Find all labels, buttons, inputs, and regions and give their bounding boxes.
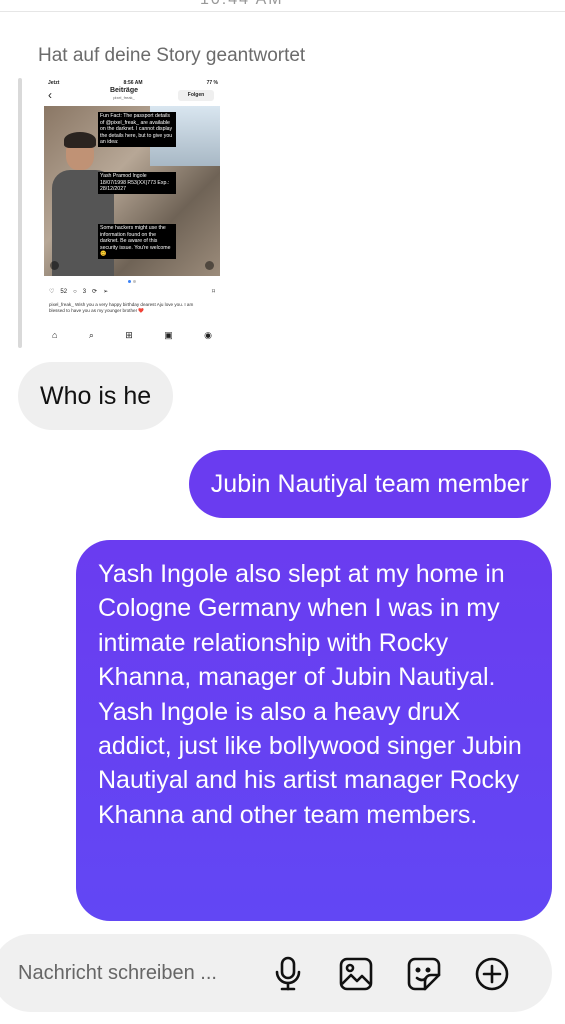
- mini-title: Beiträge: [109, 87, 138, 94]
- outgoing-message[interactable]: Jubin Nautiyal team member: [188, 450, 551, 518]
- home-icon: ⌂: [52, 330, 58, 340]
- gallery-icon[interactable]: [336, 954, 376, 994]
- carousel-dots: [128, 280, 136, 283]
- like-count: 52: [60, 288, 68, 295]
- reels-icon: ▣: [164, 330, 173, 340]
- comment-count: 3: [82, 288, 87, 295]
- story-preview[interactable]: Jetzt 8:56 AM 77 % ‹ Beiträge pixel_frea…: [18, 78, 220, 348]
- story-screenshot: Jetzt 8:56 AM 77 % ‹ Beiträge pixel_frea…: [44, 78, 220, 348]
- overlay-text-2: Yash Pramod Ingole 18/07/1998 R53(XX)773…: [98, 172, 176, 194]
- mini-follow-button: Folgen: [178, 90, 214, 101]
- profile-icon: ◉: [204, 330, 212, 340]
- message-input[interactable]: [18, 956, 253, 990]
- bookmark-icon: ⌑: [211, 289, 215, 295]
- message-paragraph: Yash Ingole also slept at my home in Col…: [98, 560, 505, 692]
- top-status-edge: 10:44 AM: [0, 0, 565, 12]
- story-quote-bar: [18, 78, 22, 348]
- repost-icon: ⟳: [92, 289, 98, 295]
- tag-icon: [50, 261, 59, 270]
- create-icon: ⊞: [125, 330, 133, 340]
- search-icon: ⌕: [88, 330, 94, 340]
- comment-icon: ○: [73, 288, 77, 295]
- back-icon: ‹: [48, 88, 52, 102]
- mini-nav-bar: ⌂ ⌕ ⊞ ▣ ◉: [52, 330, 212, 341]
- mini-post-photo: Fun Fact: The passport details of @pixel…: [44, 106, 220, 276]
- status-time: 10:44 AM: [200, 0, 284, 9]
- incoming-message[interactable]: Who is he: [18, 362, 174, 430]
- story-reply-caption: Hat auf deine Story geantwortet: [38, 45, 306, 66]
- microphone-icon[interactable]: [268, 954, 308, 994]
- overlay-text-1: Fun Fact: The passport details of @pixel…: [98, 112, 176, 147]
- mini-status-bar: Jetzt 8:56 AM 77 %: [48, 80, 218, 86]
- plus-icon[interactable]: [472, 954, 512, 994]
- overlay-text-3: Some hackers might use the information f…: [98, 224, 176, 259]
- mini-post-caption: pixel_freak_ Wish you a very happy birth…: [49, 302, 194, 313]
- sticker-icon[interactable]: [404, 954, 444, 994]
- outgoing-message-long[interactable]: Yash Ingole also slept at my home in Col…: [76, 540, 552, 921]
- mute-icon: [205, 261, 214, 270]
- mini-actions: ♡ 52 ○ 3 ⟳ ➢ ⌑: [49, 288, 215, 296]
- share-icon: ➢: [103, 289, 109, 295]
- message-composer: [0, 934, 552, 1012]
- message-paragraph: Yash Ingole is also a heavy druX addict,…: [98, 697, 522, 829]
- mini-username: pixel_freak_: [113, 95, 135, 100]
- heart-icon: ♡: [49, 289, 55, 295]
